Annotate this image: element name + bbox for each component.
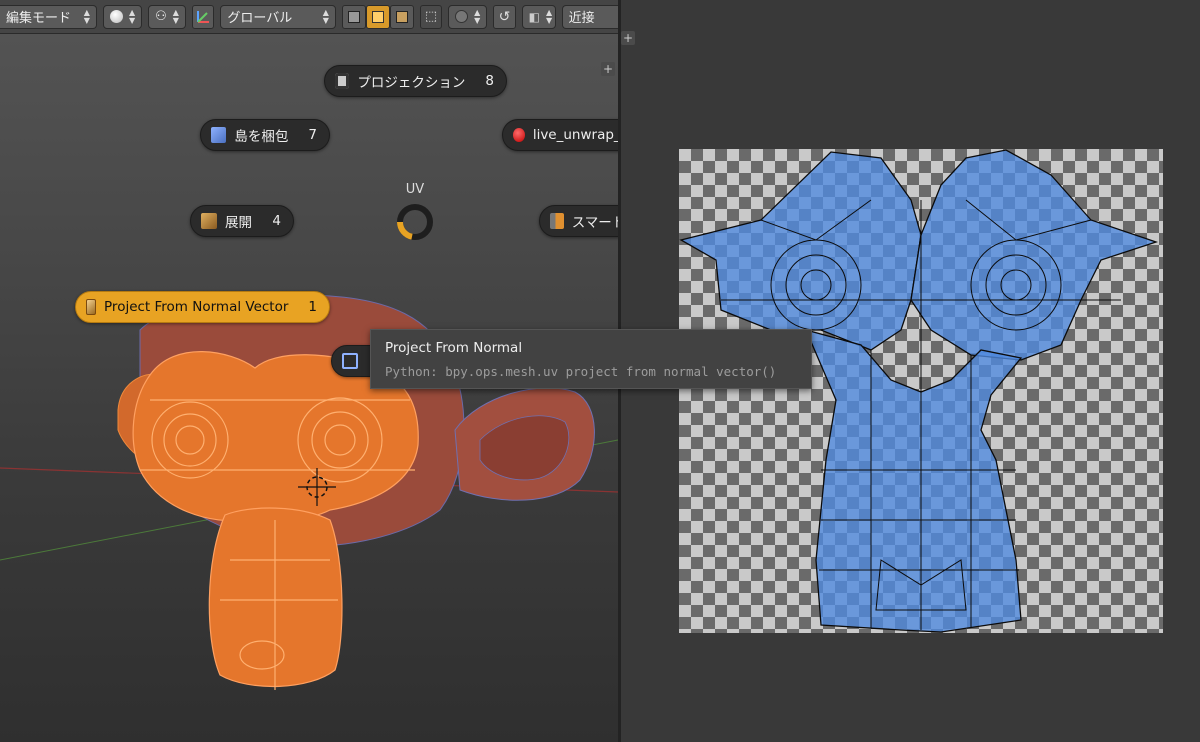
pivot-icon: ⚇ [155, 9, 167, 24]
smart-uv-icon [550, 213, 564, 229]
normal-cube-icon [86, 299, 97, 315]
unwrap-cube-icon [201, 213, 217, 229]
pie-item-label: 島を梱包 [234, 129, 289, 145]
snap-cube-icon: ◧ [528, 9, 540, 24]
camera-icon [335, 73, 350, 89]
pie-item-number: 7 [308, 127, 317, 143]
select-mode-group [341, 4, 414, 29]
orientation-dropdown-label: グローバル [227, 11, 293, 26]
mode-dropdown-label: 編集モード [6, 11, 72, 26]
pie-title: UV [405, 182, 425, 197]
pie-item-number: 4 [272, 213, 281, 229]
viewport-corner-plus-icon[interactable]: + [601, 62, 615, 76]
transform-manipulator-icon[interactable] [192, 4, 215, 29]
pie-item-label: Project From Normal Vector [104, 299, 289, 315]
face-select-icon[interactable] [389, 4, 414, 29]
updown-arrows-icon: ▲ ▼ [545, 7, 553, 25]
pie-item-unwrap[interactable]: 展開 4 [190, 205, 294, 237]
operator-tooltip: Project From Normal Python: bpy.ops.mesh… [370, 329, 812, 389]
snap-element-dropdown[interactable]: ◧ ▲ ▼ [521, 4, 556, 29]
proportional-edit-dropdown[interactable]: ▲ ▼ [448, 4, 488, 29]
occlude-geometry-icon[interactable]: ⬚ [419, 4, 443, 29]
pie-item-label: プロジェクション [357, 75, 466, 91]
vertex-select-icon[interactable] [341, 4, 366, 29]
updown-arrows-icon: ▲ ▼ [128, 7, 136, 25]
pack-islands-icon [211, 127, 227, 143]
updown-arrows-icon: ▲ ▼ [474, 7, 481, 25]
record-dot-icon [513, 128, 525, 142]
pie-item-live-unwrap-toggle[interactable]: live_unwrap_toggle 9 [502, 119, 618, 151]
orientation-dropdown[interactable]: グローバル ▲ ▼ [220, 4, 336, 29]
proportional-circle-icon [455, 10, 469, 23]
updown-arrows-icon: ▲ ▼ [322, 7, 329, 25]
edge-select-icon[interactable] [365, 4, 390, 29]
tooltip-title: Project From Normal [385, 340, 523, 356]
updown-arrows-icon: ▲ ▼ [172, 7, 179, 25]
pie-center-indicator [397, 204, 433, 240]
pivot-dropdown[interactable]: ⚇ ▲ ▼ [148, 4, 187, 29]
shading-dropdown[interactable]: ▲ ▼ [102, 4, 143, 29]
pie-item-number: 1 [308, 299, 317, 315]
sphere-icon [109, 10, 123, 23]
pie-item-label: 展開 [225, 215, 252, 231]
pie-item-pack-islands[interactable]: 島を梱包 7 [200, 119, 330, 151]
snap-target-dropdown[interactable]: 近接 [561, 4, 618, 29]
pie-item-project-from-normal-vector[interactable]: Project From Normal Vector 1 [75, 291, 330, 323]
tooltip-python: Python: bpy.ops.mesh.uv project from nor… [385, 364, 777, 379]
mode-dropdown[interactable]: 編集モード ▲ ▼ [0, 4, 97, 29]
pie-item-number: 8 [485, 73, 494, 89]
snap-target-label: 近接 [568, 11, 595, 26]
pie-item-label: live_unwrap_toggle [532, 127, 618, 143]
pie-item-smart-uv-project[interactable]: スマートUV投影 6 [539, 205, 618, 237]
bounds-icon [342, 353, 358, 369]
snap-magnet-icon[interactable]: ↺ [493, 4, 516, 29]
pie-item-projection[interactable]: プロジェクション 8 [324, 65, 507, 97]
viewport-header: 編集モード ▲ ▼ ▲ ▼ ⚇ ▲ ▼ グローバル ▲ ▼ ⬚ ▲ ▼ ↺ ◧ … [0, 0, 618, 34]
updown-arrows-icon: ▲ ▼ [83, 7, 90, 25]
pie-item-label: スマートUV投影 [571, 215, 618, 231]
